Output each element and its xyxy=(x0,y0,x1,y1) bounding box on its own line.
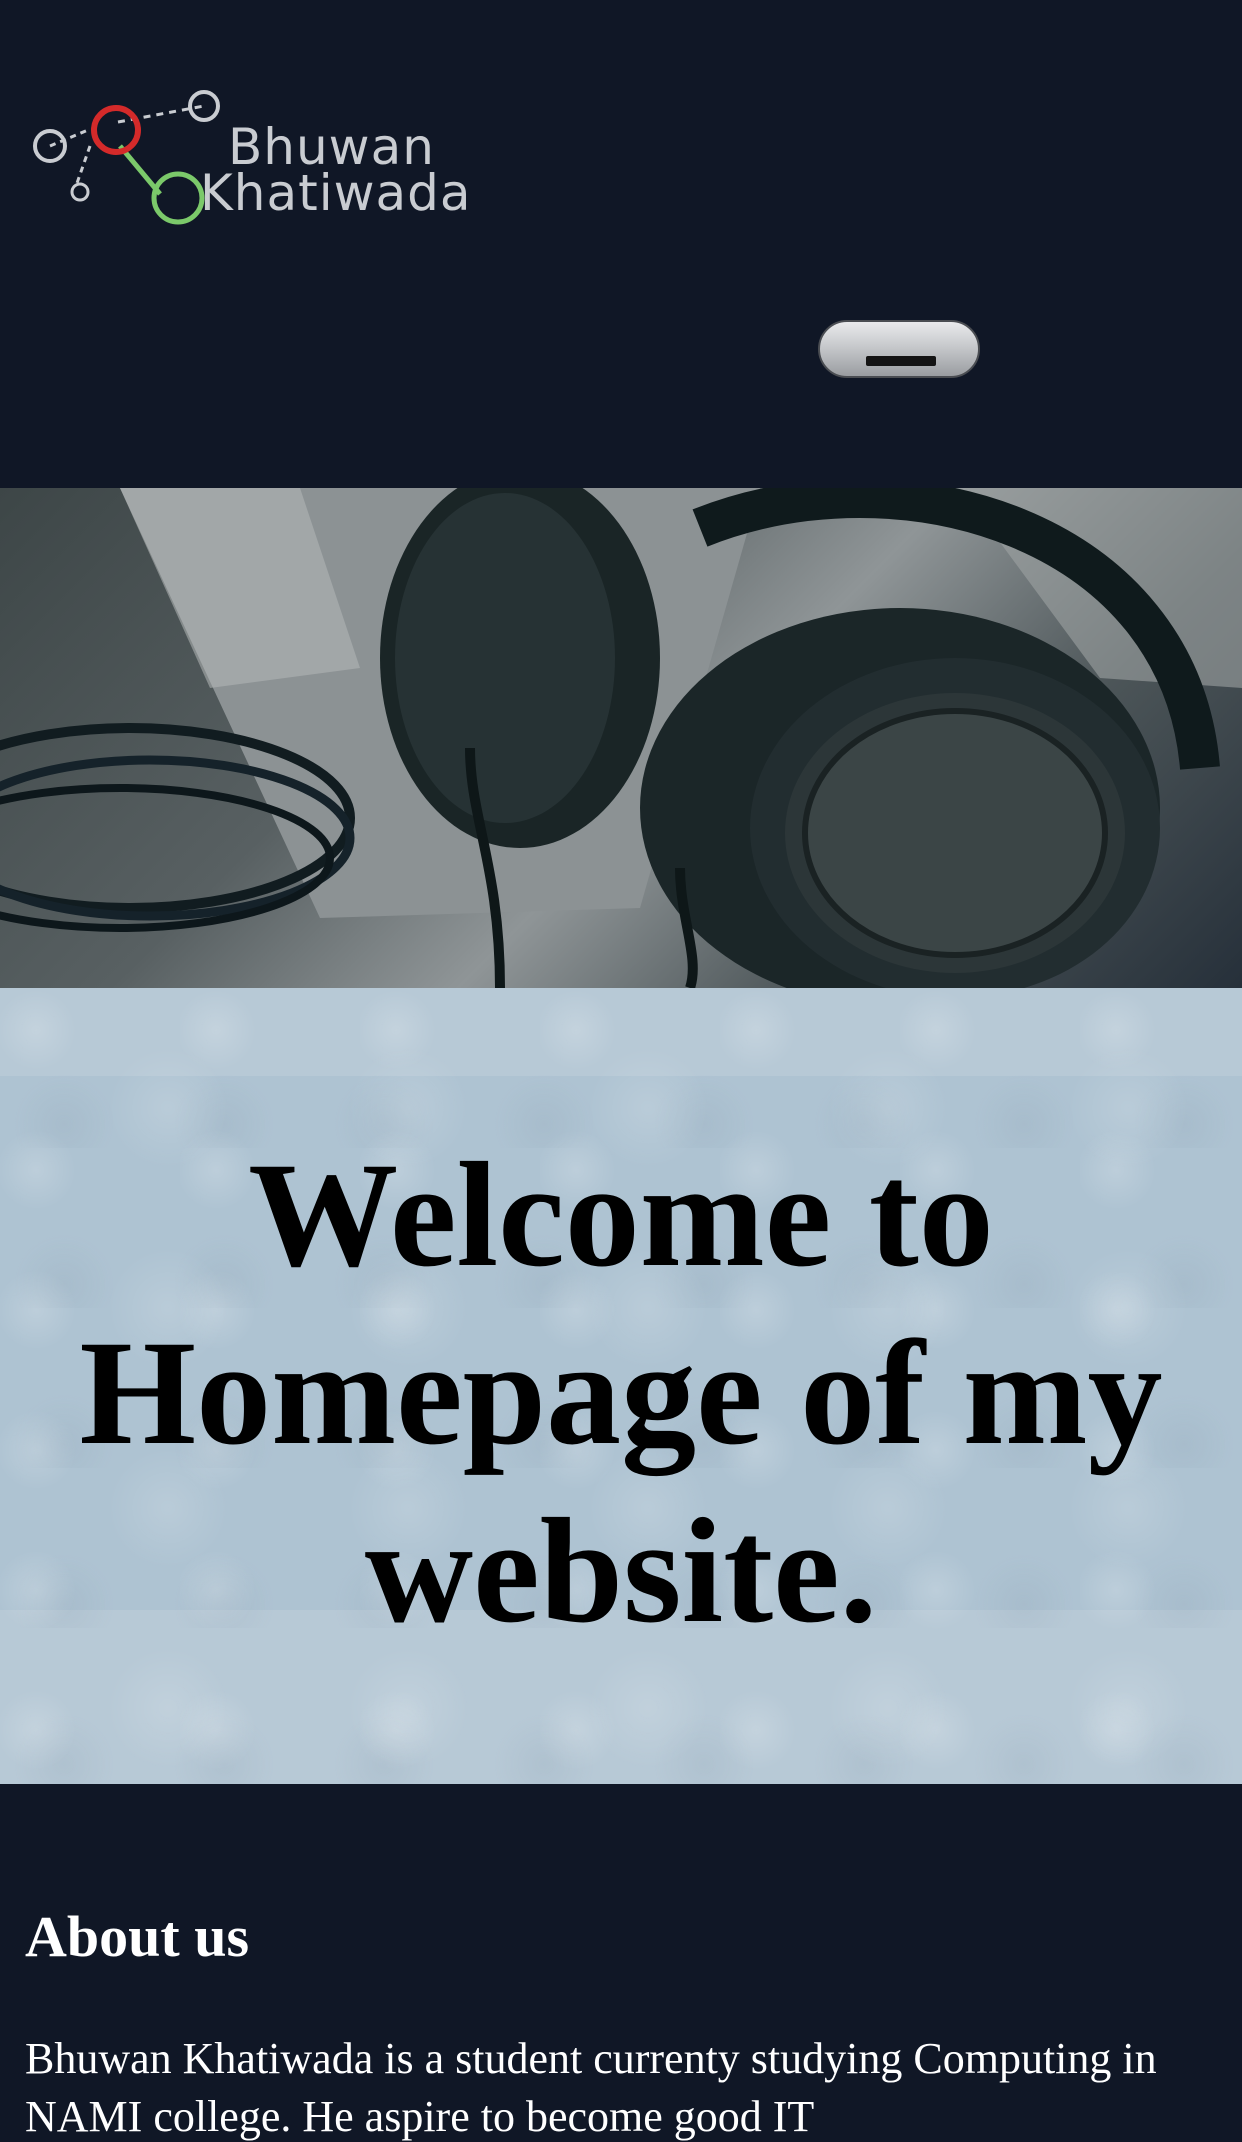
site-header: Bhuwan Khatiwada xyxy=(0,0,1242,488)
menu-toggle-button[interactable] xyxy=(818,320,980,378)
about-paragraph: Bhuwan Khatiwada is a student currenty s… xyxy=(25,2034,1157,2141)
welcome-section: Welcome to Homepage of my website. xyxy=(0,988,1242,1784)
about-section: About us Bhuwan Khatiwada is a student c… xyxy=(0,1784,1242,2142)
headphones-photo-icon xyxy=(0,488,1242,988)
hamburger-bar-icon xyxy=(866,356,936,366)
logo-text-last-name: Khatiwada xyxy=(200,164,472,222)
welcome-heading: Welcome to Homepage of my website. xyxy=(79,1132,1163,1654)
about-heading: About us xyxy=(25,1904,250,1969)
site-logo[interactable]: Bhuwan Khatiwada xyxy=(28,88,478,233)
hero-image xyxy=(0,488,1242,988)
